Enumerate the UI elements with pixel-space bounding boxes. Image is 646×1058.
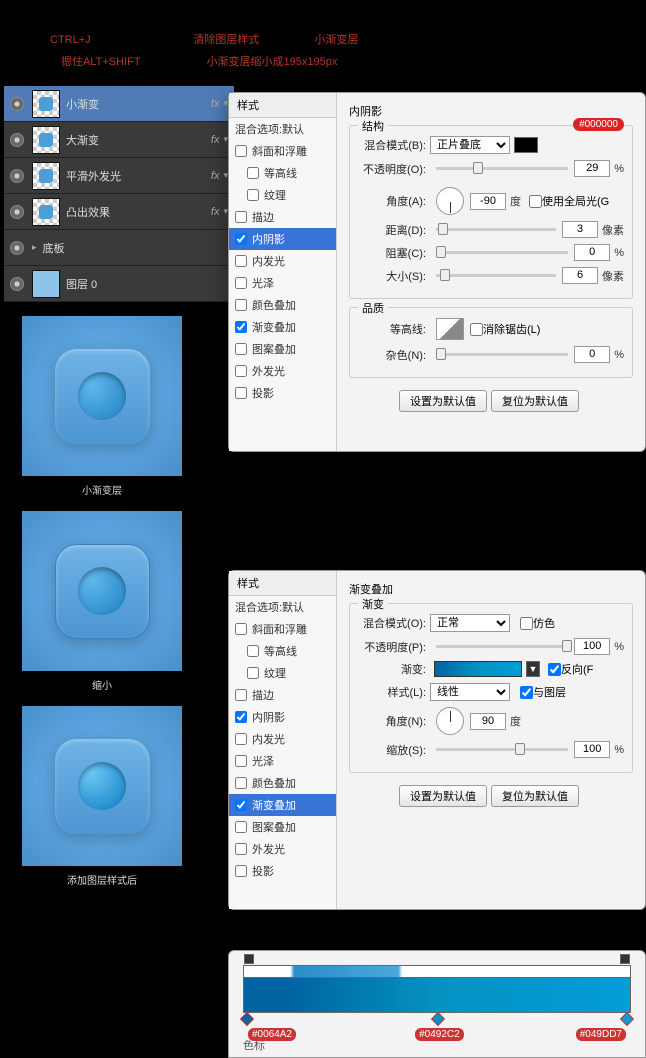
style-item[interactable]: 图案叠加 [229,338,336,360]
opacity-value[interactable]: 29 [574,160,610,177]
color-tag: #000000 [573,118,624,131]
visibility-icon[interactable] [10,241,24,255]
fx-badge: fx [211,98,220,110]
style-item[interactable]: 内发光 [229,250,336,272]
size-slider[interactable] [436,274,556,277]
layer-name: 小渐变 [66,96,211,112]
global-light-checkbox[interactable] [529,195,542,208]
reset-default-button[interactable]: 复位为默认值 [491,390,579,412]
panel-title: 渐变叠加 [349,581,633,597]
opacity-slider[interactable] [436,645,568,648]
antialias-checkbox[interactable] [470,323,483,336]
layer-thumb [32,126,60,154]
style-item[interactable]: 等高线 [229,162,336,184]
contour-picker[interactable] [436,318,464,340]
opacity-stop[interactable] [244,954,254,964]
layer-row[interactable]: 大渐变fx▾ [4,122,234,158]
style-item[interactable]: 外发光 [229,360,336,382]
style-item[interactable]: 纹理 [229,184,336,206]
angle-dial[interactable] [436,707,464,735]
expand-icon[interactable]: ▸ [32,242,37,253]
visibility-icon[interactable] [10,277,24,291]
choke-slider[interactable] [436,251,568,254]
align-checkbox[interactable] [520,686,533,699]
layer-row[interactable]: 平滑外发光fx▾ [4,158,234,194]
style-item-inner-shadow[interactable]: 内阴影 [229,228,336,250]
blend-mode-select[interactable]: 正常 [430,614,510,632]
panel-title: 内阴影 [349,103,633,119]
style-item[interactable]: 颜色叠加 [229,294,336,316]
reset-default-button[interactable]: 复位为默认值 [491,785,579,807]
layer-style-dialog-inner-shadow: 样式 混合选项:默认 斜面和浮雕 等高线 纹理 描边 内阴影 内发光 光泽 颜色… [228,92,646,452]
style-item[interactable]: 斜面和浮雕 [229,140,336,162]
gradient-bar[interactable]: #0064A2 #0492C2 #049DD7 [243,977,631,1013]
layer-thumb [32,270,60,298]
layer-row[interactable]: 凸出效果fx▾ [4,194,234,230]
gradient-style-select[interactable]: 线性 [430,683,510,701]
preview-label: 缩小 [22,677,182,692]
preview-1 [22,316,182,476]
styles-header: 样式 [229,93,336,118]
style-item[interactable]: 渐变叠加 [229,316,336,338]
preview-3 [22,706,182,866]
distance-slider[interactable] [436,228,556,231]
layer-row-folder[interactable]: ▸底板 [4,230,234,266]
visibility-icon[interactable] [10,169,24,183]
angle-dial[interactable] [436,187,464,215]
set-default-button[interactable]: 设置为默认值 [399,390,487,412]
color-stop[interactable]: #0492C2 [433,1014,443,1026]
preview-2 [22,511,182,671]
layers-panel: 小渐变fx▾ 大渐变fx▾ 平滑外发光fx▾ 凸出效果fx▾ ▸底板 图层 0 [4,86,234,302]
layer-thumb [32,198,60,226]
color-swatch[interactable] [514,137,538,153]
visibility-icon[interactable] [10,205,24,219]
gradient-preview-top[interactable] [243,965,631,977]
inner-shadow-panel: 内阴影 结构 #000000 混合模式(B):正片叠底 不透明度(O):29% … [337,93,645,451]
layer-row[interactable]: 小渐变fx▾ [4,86,234,122]
style-item[interactable]: 投影 [229,382,336,404]
angle-value[interactable]: -90 [470,193,506,210]
noise-slider[interactable] [436,353,568,356]
set-default-button[interactable]: 设置为默认值 [399,785,487,807]
gradient-swatch[interactable] [434,661,522,677]
layer-thumb [32,90,60,118]
gradient-dropdown[interactable]: ▼ [526,661,540,677]
style-item-gradient-overlay[interactable]: 渐变叠加 [229,794,336,816]
scale-slider[interactable] [436,748,568,751]
layer-style-dialog-gradient-overlay: 样式 混合选项:默认 斜面和浮雕 等高线 纹理 描边 内阴影 内发光 光泽 颜色… [228,570,646,910]
preview-label: 添加图层样式后 [22,872,182,887]
color-stop[interactable]: #0064A2 [242,1014,252,1026]
style-list: 样式 混合选项:默认 斜面和浮雕 等高线 纹理 描边 内阴影 内发光 光泽 颜色… [229,571,337,909]
gradient-editor: #0064A2 #0492C2 #049DD7 色标 [228,950,646,1058]
visibility-icon[interactable] [10,133,24,147]
blend-options[interactable]: 混合选项:默认 [229,118,336,140]
layer-thumb [32,162,60,190]
gradient-overlay-panel: 渐变叠加 渐变 混合模式(O):正常仿色 不透明度(P):100% 渐变:▼反向… [337,571,645,909]
color-stop[interactable]: #049DD7 [622,1014,632,1026]
opacity-stop[interactable] [620,954,630,964]
instruction-text: CTRL+J复制大渐变层，右键-清除图层样式，并命名为小渐变层，CTRL+T，然… [0,0,646,86]
blend-mode-select[interactable]: 正片叠底 [430,136,510,154]
dither-checkbox[interactable] [520,617,533,630]
style-item[interactable]: 光泽 [229,272,336,294]
visibility-icon[interactable] [10,97,24,111]
style-item[interactable]: 描边 [229,206,336,228]
reverse-checkbox[interactable] [548,663,561,676]
opacity-slider[interactable] [436,167,568,170]
style-list: 样式 混合选项:默认 斜面和浮雕 等高线 纹理 描边 内阴影 内发光 光泽 颜色… [229,93,337,451]
preview-label: 小渐变层 [22,482,182,497]
layer-row[interactable]: 图层 0 [4,266,234,302]
